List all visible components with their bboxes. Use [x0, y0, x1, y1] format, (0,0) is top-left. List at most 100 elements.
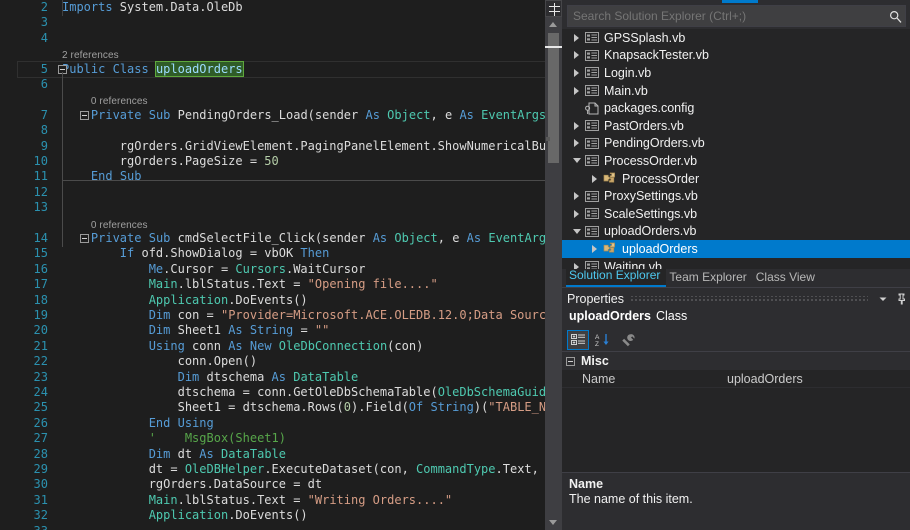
tree-item-waiting-vb[interactable]: Waiting.vb — [562, 258, 910, 269]
code-line[interactable]: 17 Main.lblStatus.Text = "Opening file..… — [0, 277, 562, 292]
tree-item-login-vb[interactable]: Login.vb — [562, 64, 910, 82]
collapse-region-button[interactable] — [80, 234, 89, 243]
code-line[interactable]: 4 — [0, 31, 562, 46]
property-value[interactable]: uploadOrders — [722, 372, 803, 386]
code-line[interactable]: 8 — [0, 123, 562, 138]
property-row[interactable]: Name uploadOrders — [562, 370, 910, 388]
code-text[interactable]: End Sub — [62, 169, 142, 184]
code-line[interactable]: 26 End Using — [0, 416, 562, 431]
code-text[interactable]: Me.Cursor = Cursors.WaitCursor — [62, 262, 366, 277]
code-text[interactable]: Public Class uploadOrders — [62, 60, 244, 77]
code-text[interactable]: Sheet1 = dtschema.Rows(0).Field(Of Strin… — [62, 400, 562, 415]
code-text[interactable]: rgOrders.DataSource = dt — [62, 477, 322, 492]
code-line[interactable]: 20 Dim Sheet1 As String = "" — [0, 323, 562, 338]
code-line[interactable]: 33 — [0, 524, 562, 530]
code-line[interactable]: 23 Dim dtschema As DataTable — [0, 370, 562, 385]
code-text[interactable]: Main.lblStatus.Text = "Writing Orders...… — [62, 493, 452, 508]
code-surface[interactable]: 2 Imports System.Data.OleDb 3 4 2 references… — [0, 0, 562, 530]
code-text[interactable]: Dim dt As DataTable — [62, 447, 286, 462]
chevron-right-icon[interactable] — [588, 170, 601, 188]
solution-explorer-tree[interactable]: GPSSplash.vb KnapsackTester.vb Login.vb Mai… — [562, 29, 910, 269]
tree-item-uploadorders-vb[interactable]: uploadOrders.vb — [562, 223, 910, 241]
tree-item-processorder[interactable]: ProcessOrder — [562, 170, 910, 188]
code-text[interactable]: dt = OleDBHelper.ExecuteDataset(con, Com… — [62, 462, 562, 477]
code-text[interactable]: rgOrders.GridViewElement.PagingPanelElem… — [62, 139, 562, 154]
code-text[interactable]: rgOrders.PageSize = 50 — [62, 154, 279, 169]
code-text[interactable]: conn.Open() — [62, 354, 257, 369]
chevron-right-icon[interactable] — [570, 82, 583, 100]
split-view-icon[interactable] — [545, 0, 562, 17]
properties-toolbar[interactable]: A Z — [562, 328, 910, 352]
code-text[interactable]: Imports System.Data.OleDb — [62, 0, 243, 15]
code-line[interactable]: 11 End Sub — [0, 169, 562, 184]
tree-item-pastorders-vb[interactable]: PastOrders.vb — [562, 117, 910, 135]
code-text[interactable]: If ofd.ShowDialog = vbOK Then — [62, 246, 330, 261]
code-line[interactable]: 2 Imports System.Data.OleDb — [0, 0, 562, 15]
code-text[interactable]: Private Sub PendingOrders_Load(sender As… — [62, 108, 562, 123]
code-editor-pane[interactable]: 2 Imports System.Data.OleDb 3 4 2 references… — [0, 0, 562, 530]
code-line[interactable]: 22 conn.Open() — [0, 354, 562, 369]
code-line[interactable]: 21 Using conn As New OleDbConnection(con… — [0, 339, 562, 354]
tree-item-pendingorders-vb[interactable]: PendingOrders.vb — [562, 135, 910, 153]
chevron-right-icon[interactable] — [570, 205, 583, 223]
chevron-right-icon[interactable] — [570, 135, 583, 153]
category-expander-icon[interactable] — [566, 356, 575, 366]
properties-grid[interactable]: Misc Name uploadOrders — [562, 352, 910, 472]
tab-solution-explorer[interactable]: Solution Explorer — [566, 266, 667, 287]
code-text[interactable]: Dim dtschema As DataTable — [62, 370, 359, 385]
editor-vertical-scrollbar[interactable] — [545, 0, 562, 530]
collapse-region-button[interactable] — [80, 110, 89, 120]
code-line[interactable]: 27 ' MsgBox(Sheet1) — [0, 431, 562, 446]
code-line[interactable]: 13 — [0, 200, 562, 215]
code-line[interactable]: 15 If ofd.ShowDialog = vbOK Then — [0, 246, 562, 261]
chevron-right-icon[interactable] — [570, 29, 583, 47]
code-line[interactable]: 5 Public Class uploadOrders — [0, 60, 562, 77]
tree-item-proxysettings-vb[interactable]: ProxySettings.vb — [562, 187, 910, 205]
categorized-icon[interactable] — [567, 329, 589, 350]
code-text[interactable]: Private Sub cmdSelectFile_Click(sender A… — [62, 231, 562, 246]
tree-item-main-vb[interactable]: Main.vb — [562, 82, 910, 100]
scroll-up-icon[interactable] — [545, 17, 562, 32]
code-line[interactable]: 16 Me.Cursor = Cursors.WaitCursor — [0, 262, 562, 277]
chevron-down-icon[interactable] — [874, 290, 892, 308]
code-line[interactable]: 29 dt = OleDBHelper.ExecuteDataset(con, … — [0, 462, 562, 477]
chevron-right-icon[interactable] — [588, 240, 601, 258]
tree-item-knapsacktester-vb[interactable]: KnapsackTester.vb — [562, 47, 910, 65]
code-text[interactable]: dtschema = conn.GetOleDbSchemaTable(OleD… — [62, 385, 562, 400]
code-line[interactable]: 9 rgOrders.GridViewElement.PagingPanelEl… — [0, 139, 562, 154]
code-line[interactable]: 19 Dim con = "Provider=Microsoft.ACE.OLE… — [0, 308, 562, 323]
tree-item-packages-config[interactable]: packages.config — [562, 99, 910, 117]
chevron-right-icon[interactable] — [570, 117, 583, 135]
code-line[interactable]: 10 rgOrders.PageSize = 50 — [0, 154, 562, 169]
chevron-right-icon[interactable] — [570, 64, 583, 82]
property-category[interactable]: Misc — [562, 352, 910, 370]
code-text[interactable]: Using conn As New OleDbConnection(con) — [62, 339, 424, 354]
code-line[interactable]: 32 Application.DoEvents() — [0, 508, 562, 523]
code-line[interactable]: 24 dtschema = conn.GetOleDbSchemaTable(O… — [0, 385, 562, 400]
chevron-right-icon[interactable] — [570, 47, 583, 65]
code-text[interactable]: End Using — [62, 416, 214, 431]
code-line[interactable]: 31 Main.lblStatus.Text = "Writing Orders… — [0, 493, 562, 508]
wrench-icon[interactable] — [617, 330, 639, 350]
search-icon[interactable] — [885, 6, 905, 26]
scroll-down-icon[interactable] — [545, 515, 562, 530]
code-text[interactable]: Application.DoEvents() — [62, 508, 308, 523]
code-line[interactable]: 18 Application.DoEvents() — [0, 293, 562, 308]
tree-item-uploadorders[interactable]: uploadOrders — [562, 240, 910, 258]
code-text[interactable]: Dim con = "Provider=Microsoft.ACE.OLEDB.… — [62, 308, 562, 323]
solution-explorer-search[interactable] — [567, 5, 906, 27]
code-line[interactable]: 25 Sheet1 = dtschema.Rows(0).Field(Of St… — [0, 400, 562, 415]
code-text[interactable]: Application.DoEvents() — [62, 293, 308, 308]
code-line[interactable]: 6 — [0, 77, 562, 92]
chevron-right-icon[interactable] — [570, 258, 583, 269]
code-text[interactable]: ' MsgBox(Sheet1) — [62, 431, 286, 446]
chevron-down-icon[interactable] — [570, 152, 583, 170]
pin-icon[interactable] — [892, 290, 910, 308]
tab-team-explorer[interactable]: Team Explorer — [666, 268, 752, 287]
search-input[interactable] — [568, 9, 885, 23]
alphabetical-icon[interactable]: A Z — [592, 330, 614, 350]
tree-item-processorder-vb[interactable]: ProcessOrder.vb — [562, 152, 910, 170]
editor-scroll-thumb[interactable] — [548, 33, 559, 163]
chevron-down-icon[interactable] — [570, 223, 583, 241]
code-line[interactable]: 30 rgOrders.DataSource = dt — [0, 477, 562, 492]
